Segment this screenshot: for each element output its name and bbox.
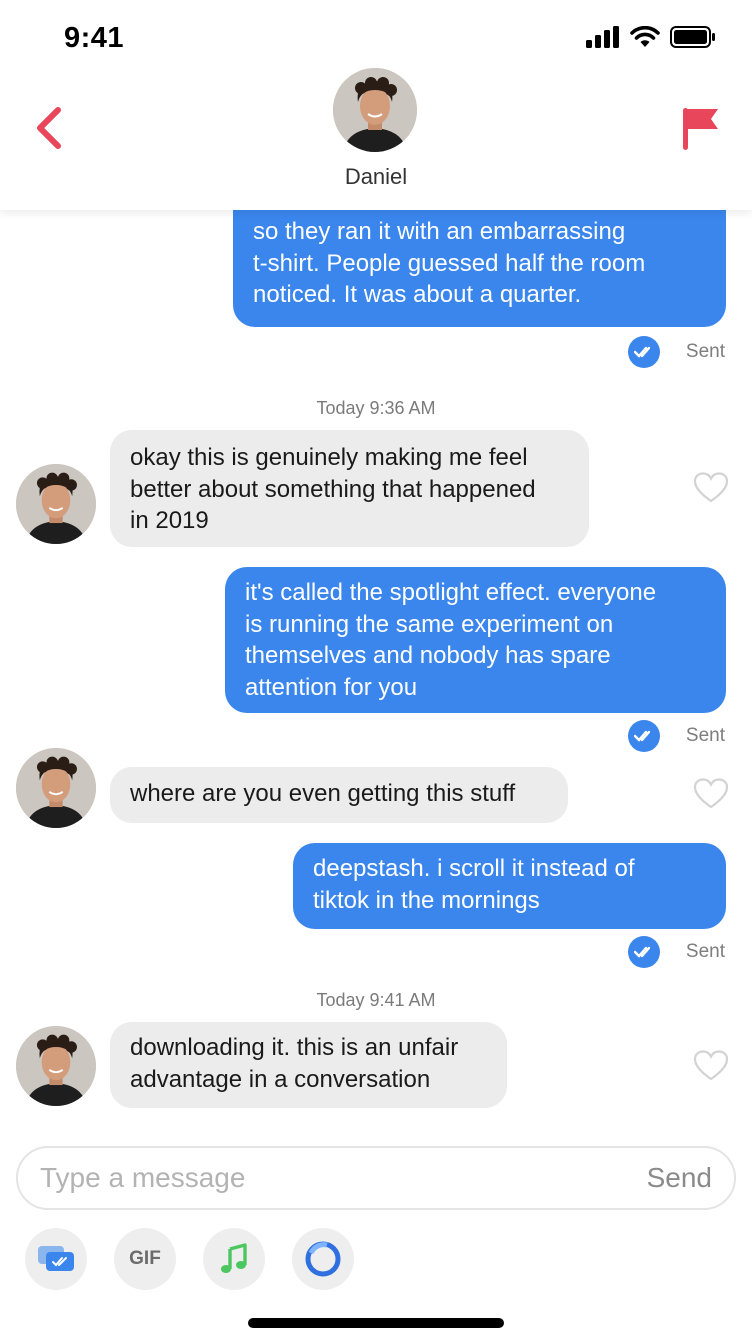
message-line: better about something that happened <box>130 475 536 503</box>
message-line: deepstash. i scroll it instead of <box>313 855 635 882</box>
message-line: it's called the spotlight effect. everyo… <box>245 579 657 606</box>
message-line: tiktok in the mornings <box>313 886 540 914</box>
sender-avatar[interactable] <box>16 1026 96 1106</box>
like-heart-icon[interactable] <box>694 1050 728 1082</box>
avatar-portrait <box>16 464 96 544</box>
chat-sticker-icon <box>38 1246 74 1271</box>
send-button[interactable]: Send <box>647 1162 712 1194</box>
avatar-portrait <box>333 68 417 152</box>
timestamp: Today 9:36 AM <box>316 398 436 418</box>
contact-name[interactable]: Daniel <box>0 164 752 190</box>
sticker-button[interactable] <box>25 1228 87 1290</box>
battery-icon <box>670 26 715 48</box>
delivery-status: Sent <box>627 336 725 368</box>
double-check-icon <box>627 936 660 968</box>
wifi-icon <box>630 26 660 47</box>
status-bar: 9:41 <box>0 0 752 70</box>
sent-label: Sent <box>685 725 725 746</box>
message-line: downloading it. this is an unfair <box>130 1034 459 1061</box>
sent-label: Sent <box>685 941 725 962</box>
timestamp: Today 9:41 AM <box>316 990 436 1010</box>
avatar-portrait <box>16 748 96 828</box>
message-line: advantage in a conversation <box>130 1065 431 1093</box>
message-thread[interactable]: so they ran it with an embarrassing t-sh… <box>0 210 752 1130</box>
gif-button[interactable]: GIF <box>114 1228 176 1290</box>
like-heart-icon[interactable] <box>694 472 728 504</box>
message-line: is running the same experiment on <box>245 610 614 638</box>
message-line: attention for you <box>245 673 418 701</box>
signal-icon <box>586 26 619 48</box>
outgoing-message[interactable]: it's called the spotlight effect. everyo… <box>225 567 726 713</box>
delivery-status: Sent <box>627 936 725 968</box>
ring-button[interactable] <box>292 1228 354 1290</box>
delivery-status: Sent <box>627 720 725 752</box>
status-icons <box>586 26 716 48</box>
status-time: 9:41 <box>64 22 125 54</box>
double-check-icon <box>627 720 660 752</box>
music-button[interactable] <box>203 1228 265 1290</box>
report-flag-icon[interactable] <box>680 104 720 152</box>
message-line: t-shirt. People guessed half the room <box>253 249 646 277</box>
double-check-icon <box>627 336 660 368</box>
music-note-icon <box>221 1243 247 1273</box>
outgoing-message[interactable]: deepstash. i scroll it instead of tiktok… <box>293 843 726 929</box>
message-composer: Send <box>16 1146 736 1210</box>
like-heart-icon[interactable] <box>694 778 728 810</box>
home-indicator[interactable] <box>248 1318 504 1328</box>
avatar-portrait <box>16 1026 96 1106</box>
incoming-message[interactable]: okay this is genuinely making me feel be… <box>110 430 589 547</box>
gif-label: GIF <box>129 1248 161 1269</box>
message-line: noticed. It was about a quarter. <box>253 281 582 308</box>
message-line: okay this is genuinely making me feel <box>130 444 528 471</box>
message-input[interactable] <box>40 1158 620 1198</box>
contact-avatar[interactable] <box>333 68 417 152</box>
sent-label: Sent <box>685 341 725 362</box>
message-line: themselves and nobody has spare <box>245 642 611 669</box>
message-line: so they ran it with an embarrassing <box>253 218 626 245</box>
message-line: in 2019 <box>130 507 209 534</box>
message-line: where are you even getting this stuff <box>130 780 516 807</box>
incoming-message[interactable]: where are you even getting this stuff <box>110 767 568 823</box>
sender-avatar[interactable] <box>16 464 96 544</box>
chat-header: 9:41 Daniel <box>0 0 752 210</box>
back-chevron-icon[interactable] <box>30 104 70 152</box>
outgoing-message[interactable]: so they ran it with an embarrassing t-sh… <box>233 210 726 327</box>
ring-icon <box>305 1241 341 1277</box>
sender-avatar[interactable] <box>16 748 96 828</box>
incoming-message[interactable]: downloading it. this is an unfair advant… <box>110 1022 507 1108</box>
